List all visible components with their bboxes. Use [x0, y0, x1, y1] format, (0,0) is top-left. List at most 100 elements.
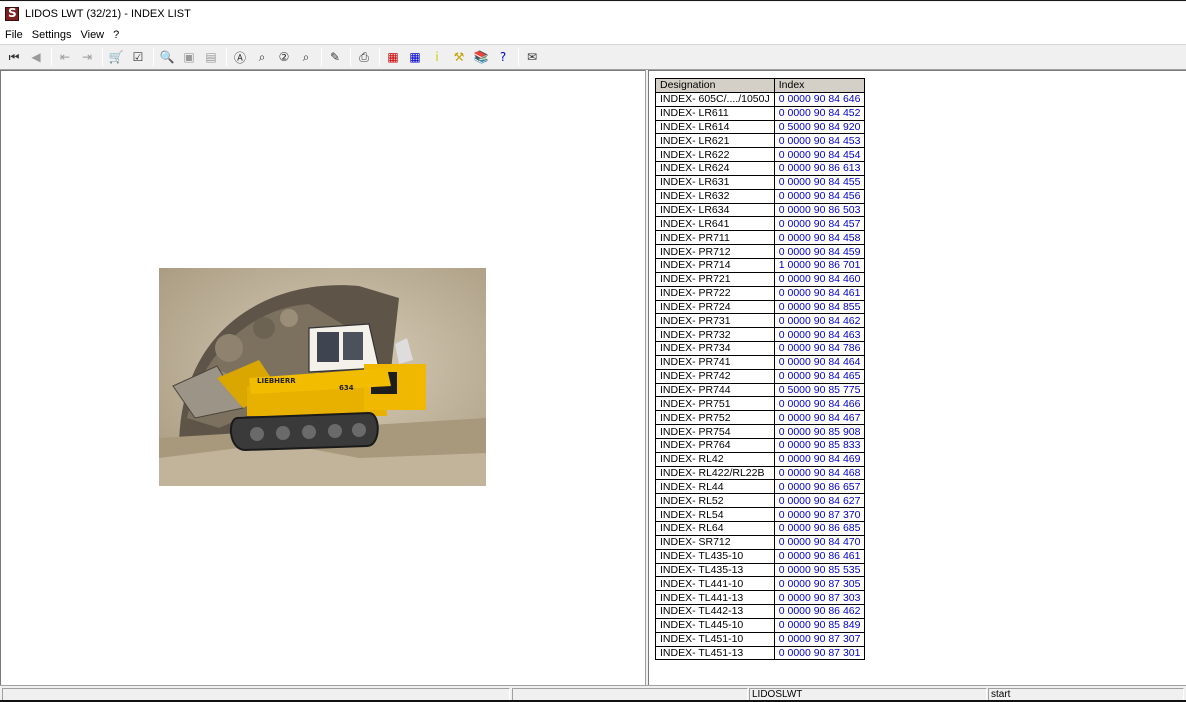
table-row[interactable]: INDEX- PR752 0 0000 90 84 467: [655, 410, 866, 426]
index-number-link[interactable]: 0 0000 90 87 305: [773, 576, 866, 592]
table-row[interactable]: INDEX- PR764 0 0000 90 85 833: [655, 437, 866, 453]
search-text-icon[interactable]: Ⓐ: [230, 47, 250, 67]
table-row[interactable]: INDEX- PR744 0 5000 90 85 775: [655, 382, 866, 398]
table-row[interactable]: INDEX- PR734 0 0000 90 84 786: [655, 341, 866, 356]
table-row[interactable]: INDEX- RL52 0 0000 90 84 627: [655, 493, 866, 509]
index-number-link[interactable]: 0 0000 90 86 657: [773, 479, 866, 495]
table-row[interactable]: INDEX- RL44 0 0000 90 86 657: [655, 479, 866, 495]
index-number-link[interactable]: 0 0000 90 87 370: [773, 507, 866, 522]
index-number-link[interactable]: 0 0000 90 84 462: [773, 313, 866, 329]
print-icon[interactable]: ⎙: [354, 47, 374, 67]
search-next-icon[interactable]: ⌕: [252, 47, 272, 67]
index-number-link[interactable]: 0 0000 90 86 461: [773, 548, 866, 564]
index-number-link[interactable]: 0 0000 90 85 908: [773, 424, 866, 439]
edit-note-icon[interactable]: ✎: [325, 47, 345, 67]
table-row[interactable]: INDEX- RL422/RL22B 0 0000 90 84 468: [655, 465, 866, 481]
table-row[interactable]: INDEX- PR754 0 0000 90 85 908: [655, 424, 866, 439]
index-number-link[interactable]: 0 0000 90 84 459: [773, 244, 866, 259]
menu-help[interactable]: ?: [113, 29, 119, 41]
table-row[interactable]: INDEX- PR712 0 0000 90 84 459: [655, 244, 866, 259]
page-forward-icon[interactable]: ⇥: [77, 47, 97, 67]
index-number-link[interactable]: 0 0000 90 85 535: [773, 562, 866, 578]
mail-icon[interactable]: ✉: [522, 47, 542, 67]
index-number-link[interactable]: 0 0000 90 84 452: [773, 105, 866, 121]
index-number-link[interactable]: 0 0000 90 84 646: [773, 91, 866, 107]
table-row[interactable]: INDEX- PR731 0 0000 90 84 462: [655, 313, 866, 329]
index-number-link[interactable]: 0 0000 90 87 307: [773, 631, 866, 647]
search-number-next-icon[interactable]: ⌕: [296, 47, 316, 67]
header-designation[interactable]: Designation: [655, 78, 775, 93]
table-row[interactable]: INDEX- PR722 0 0000 90 84 461: [655, 285, 866, 301]
search-number-icon[interactable]: ②: [274, 47, 294, 67]
table-row[interactable]: INDEX- LR631 0 0000 90 84 455: [655, 174, 866, 190]
table-row[interactable]: INDEX- LR632 0 0000 90 84 456: [655, 188, 866, 204]
menu-view[interactable]: View: [80, 29, 104, 41]
table-row[interactable]: INDEX- SR712 0 0000 90 84 470: [655, 534, 866, 550]
index-number-link[interactable]: 0 0000 90 84 456: [773, 188, 866, 204]
fit-page-icon[interactable]: ▣: [179, 47, 199, 67]
index-number-link[interactable]: 0 0000 90 84 463: [773, 327, 866, 343]
table-row[interactable]: INDEX- RL42 0 0000 90 84 469: [655, 451, 866, 467]
index-number-link[interactable]: 0 0000 90 84 454: [773, 147, 866, 163]
index-number-link[interactable]: 0 0000 90 84 457: [773, 216, 866, 232]
index-number-link[interactable]: 0 0000 90 86 462: [773, 604, 866, 619]
index-number-link[interactable]: 1 0000 90 86 701: [773, 257, 866, 273]
zoom-in-icon[interactable]: 🔍: [157, 47, 177, 67]
table-row[interactable]: INDEX- LR622 0 0000 90 84 454: [655, 147, 866, 163]
help-lidos-icon[interactable]: ?: [493, 47, 513, 67]
table-row[interactable]: INDEX- TL441-13 0 0000 90 87 303: [655, 590, 866, 606]
index-number-link[interactable]: 0 0000 90 84 464: [773, 354, 866, 370]
fit-width-icon[interactable]: ▤: [201, 47, 221, 67]
index-number-link[interactable]: 0 0000 90 84 465: [773, 368, 866, 384]
index-number-link[interactable]: 0 0000 90 85 849: [773, 617, 866, 633]
menu-settings[interactable]: Settings: [32, 29, 72, 41]
index-number-link[interactable]: 0 0000 90 87 303: [773, 590, 866, 606]
table-row[interactable]: INDEX- RL54 0 0000 90 87 370: [655, 507, 866, 522]
index-number-link[interactable]: 0 0000 90 84 469: [773, 451, 866, 467]
lidos-app-icon[interactable]: [5, 6, 19, 21]
table-row[interactable]: INDEX- PR732 0 0000 90 84 463: [655, 327, 866, 343]
table-row[interactable]: INDEX- LR614 0 5000 90 84 920: [655, 119, 866, 135]
index-number-link[interactable]: 0 0000 90 84 455: [773, 174, 866, 190]
books-icon[interactable]: 📚: [471, 47, 491, 67]
index-number-link[interactable]: 0 0000 90 84 468: [773, 465, 866, 481]
info-icon[interactable]: i: [427, 47, 447, 67]
index-number-link[interactable]: 0 0000 90 84 453: [773, 133, 866, 149]
index-number-link[interactable]: 0 0000 90 84 458: [773, 230, 866, 246]
page-back-icon[interactable]: ⇤: [55, 47, 75, 67]
table-row[interactable]: INDEX- RL64 0 0000 90 86 685: [655, 521, 866, 536]
table-row[interactable]: INDEX- LR634 0 0000 90 86 503: [655, 202, 866, 218]
table-row[interactable]: INDEX- LR624 0 0000 90 86 613: [655, 161, 866, 176]
table-row[interactable]: INDEX- PR751 0 0000 90 84 466: [655, 396, 866, 412]
first-record-icon[interactable]: ⏮: [4, 47, 24, 67]
table-row[interactable]: INDEX- PR714 1 0000 90 86 701: [655, 257, 866, 273]
index-number-link[interactable]: 0 0000 90 84 470: [773, 534, 866, 550]
checklist-icon[interactable]: ☑: [128, 47, 148, 67]
index-number-link[interactable]: 0 0000 90 86 503: [773, 202, 866, 218]
index-number-link[interactable]: 0 0000 90 84 460: [773, 271, 866, 287]
cart-icon[interactable]: 🛒: [106, 47, 126, 67]
index-number-link[interactable]: 0 0000 90 84 467: [773, 410, 866, 426]
index-number-link[interactable]: 0 0000 90 84 786: [773, 341, 866, 356]
previous-record-icon[interactable]: ◀: [26, 47, 46, 67]
index-number-link[interactable]: 0 0000 90 86 613: [773, 161, 866, 176]
title-bar[interactable]: LIDOS LWT (32/21) - INDEX LIST: [0, 2, 1186, 26]
index-number-link[interactable]: 0 0000 90 84 627: [773, 493, 866, 509]
index-number-link[interactable]: 0 0000 90 84 461: [773, 285, 866, 301]
index-number-link[interactable]: 0 0000 90 86 685: [773, 521, 866, 536]
tools-icon[interactable]: ⚒: [449, 47, 469, 67]
table-row[interactable]: INDEX- PR742 0 0000 90 84 465: [655, 368, 866, 384]
grid-red-icon[interactable]: ▦: [383, 47, 403, 67]
table-row[interactable]: INDEX- PR741 0 0000 90 84 464: [655, 354, 866, 370]
table-row[interactable]: INDEX- LR611 0 0000 90 84 452: [655, 105, 866, 121]
index-number-link[interactable]: 0 0000 90 85 833: [773, 437, 866, 453]
grid-blue-icon[interactable]: ▦: [405, 47, 425, 67]
index-number-link[interactable]: 0 0000 90 84 466: [773, 396, 866, 412]
table-row[interactable]: INDEX- TL441-10 0 0000 90 87 305: [655, 576, 866, 592]
table-row[interactable]: INDEX- LR621 0 0000 90 84 453: [655, 133, 866, 149]
table-row[interactable]: INDEX- TL451-13 0 0000 90 87 301: [655, 645, 866, 661]
table-row[interactable]: INDEX- 605C/..../1050J 0 0000 90 84 646: [655, 91, 866, 107]
table-row[interactable]: INDEX- TL445-10 0 0000 90 85 849: [655, 617, 866, 633]
table-row[interactable]: INDEX- PR711 0 0000 90 84 458: [655, 230, 866, 246]
menu-file[interactable]: File: [5, 29, 23, 41]
